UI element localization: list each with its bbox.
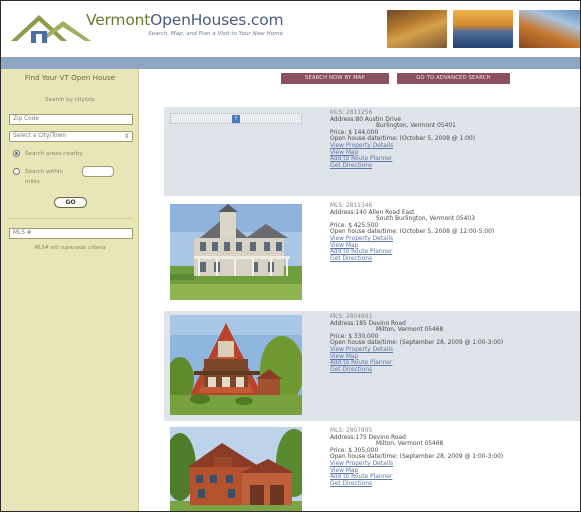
view-map-link[interactable]: View Map (330, 468, 580, 475)
listing-city: South Burlington, Vermont 05403 (376, 216, 475, 223)
listing-address: Address:185 Devino Road (330, 320, 406, 327)
listing-item: ? MLS: 2811256 Address:80 Austin Drive B… (164, 107, 580, 196)
view-property-details-link[interactable]: View Property Details (330, 143, 580, 150)
mls-note: MLS# will supersede criteria (34, 245, 106, 251)
search-within-radio[interactable] (13, 168, 20, 175)
view-map-link[interactable]: View Map (330, 150, 580, 157)
listing-city: Milton, Vermont 05468 (376, 327, 444, 334)
listing-info: MLS: 2811256 Address:80 Austin Drive Bur… (330, 110, 580, 169)
header-photo-lake (453, 10, 513, 48)
add-to-route-planner-link[interactable]: Add to Route Planner (330, 360, 580, 367)
search-nearby-radio[interactable] (13, 150, 20, 157)
house-roof-logo-icon[interactable] (9, 7, 93, 49)
advanced-search-button[interactable]: GO TO ADVANCED SEARCH (397, 73, 510, 84)
broken-image-icon: ? (232, 115, 240, 123)
site-name-vermont: Vermont (86, 11, 151, 29)
listing-mls: MLS: 2804891 (330, 314, 373, 320)
miles-input[interactable] (82, 166, 114, 177)
listing-item: MLS: 2807895 Address:175 Devino Road Mil… (164, 425, 580, 512)
city-town-select[interactable]: Select a City/Town ⇕ (9, 131, 133, 142)
get-directions-link[interactable]: Get Directions (330, 256, 580, 263)
listing-open-house: Open house date/time: (October 5, 2008 @… (330, 136, 476, 143)
header-band (1, 57, 580, 69)
listing-info: MLS: 2804891 Address:185 Devino Road Mil… (330, 314, 580, 373)
listing-mls: MLS: 2807895 (330, 428, 373, 434)
add-to-route-planner-link[interactable]: Add to Route Planner (330, 474, 580, 481)
site-name[interactable]: VermontOpenHouses.com (86, 11, 284, 29)
get-directions-link[interactable]: Get Directions (330, 481, 580, 488)
listing-item: MLS: 2811346 Address:140 Allen Road East… (164, 200, 580, 306)
listing-info: MLS: 2807895 Address:175 Devino Road Mil… (330, 428, 580, 487)
zip-code-input[interactable]: Zip Code (9, 114, 133, 125)
main-content: SEARCH NOW BY MAP GO TO ADVANCED SEARCH … (140, 69, 580, 512)
listing-price: Price: $ 144,000 (330, 129, 379, 136)
city-town-select-value: Select a City/Town (13, 133, 66, 139)
search-nearby-label: Search areas nearby (25, 151, 83, 157)
property-photo[interactable] (170, 427, 302, 512)
search-within-label: Search within (25, 169, 63, 175)
sidebar-title: Find Your VT Open House (24, 73, 116, 82)
miles-label: miles (25, 179, 40, 185)
search-by-map-button[interactable]: SEARCH NOW BY MAP (281, 73, 389, 84)
listing-city: Burlington, Vermont 05401 (376, 123, 456, 130)
get-directions-link[interactable]: Get Directions (330, 367, 580, 374)
listing-open-house: Open house date/time: (September 28, 200… (330, 454, 504, 461)
property-photo[interactable] (170, 204, 302, 300)
listing-price: Price: $ 305,000 (330, 447, 379, 454)
listing-address: Address:175 Devino Road (330, 434, 406, 441)
mls-number-input[interactable]: MLS # (9, 228, 133, 239)
site-name-domain: .com (246, 11, 284, 29)
listing-price: Price: $ 330,000 (330, 333, 379, 340)
property-photo[interactable] (170, 315, 302, 415)
header-photo-moose (387, 10, 447, 48)
listing-address: Address:140 Allen Road East (330, 209, 415, 216)
view-property-details-link[interactable]: View Property Details (330, 236, 580, 243)
header-photo-foliage (519, 10, 580, 48)
listing-address: Address:80 Austin Drive (330, 116, 401, 123)
browser-page: VermontOpenHouses.com Search, Map, and P… (0, 0, 581, 512)
listing-mls: MLS: 2811346 (330, 203, 373, 209)
site-tagline: Search, Map, and Plan a Visit to Your Ne… (148, 31, 284, 37)
listing-mls: MLS: 2811256 (330, 110, 373, 116)
view-property-details-link[interactable]: View Property Details (330, 461, 580, 468)
listing-city: Milton, Vermont 05468 (376, 441, 444, 448)
listing-price: Price: $ 425,500 (330, 222, 379, 229)
listing-open-house: Open house date/time: (October 5, 2008 @… (330, 229, 495, 236)
get-directions-link[interactable]: Get Directions (330, 163, 580, 170)
listing-item: MLS: 2804891 Address:185 Devino Road Mil… (164, 311, 580, 421)
site-name-openhouses: OpenHouses (150, 11, 247, 29)
select-arrow-icon: ⇕ (123, 133, 129, 140)
missing-photo-placeholder: ? (170, 113, 302, 124)
view-map-link[interactable]: View Map (330, 243, 580, 250)
go-button[interactable]: GO (54, 197, 87, 208)
add-to-route-planner-link[interactable]: Add to Route Planner (330, 249, 580, 256)
view-map-link[interactable]: View Map (330, 354, 580, 361)
listing-open-house: Open house date/time: (September 28, 200… (330, 340, 504, 347)
search-sidebar: Find Your VT Open House Search by city/z… (1, 69, 139, 511)
view-property-details-link[interactable]: View Property Details (330, 347, 580, 354)
sidebar-divider (7, 218, 133, 219)
site-header: VermontOpenHouses.com Search, Map, and P… (1, 1, 580, 57)
sidebar-subtitle: Search by city/zip (45, 97, 95, 103)
listing-info: MLS: 2811346 Address:140 Allen Road East… (330, 203, 580, 262)
add-to-route-planner-link[interactable]: Add to Route Planner (330, 156, 580, 163)
